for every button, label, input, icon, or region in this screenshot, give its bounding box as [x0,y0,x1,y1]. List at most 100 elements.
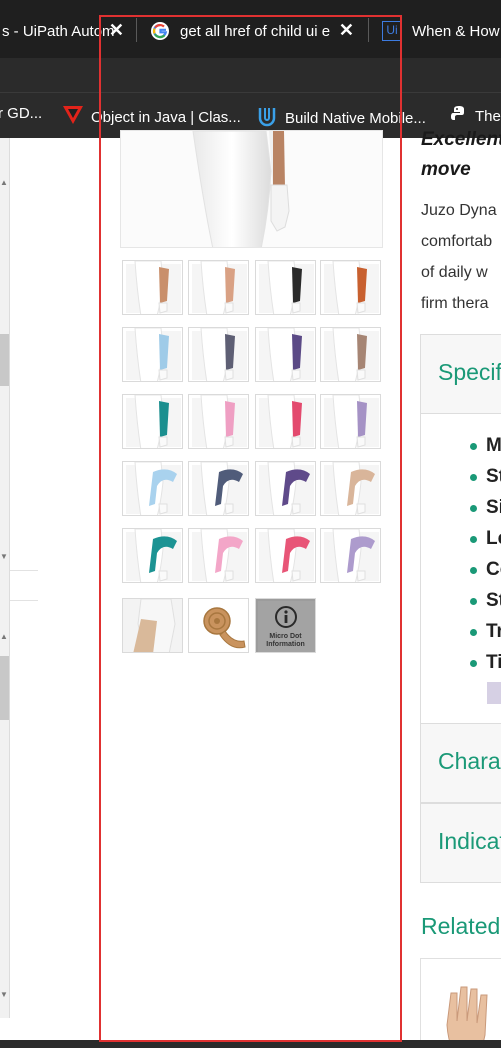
spec-item: Co [470,559,501,581]
bottom-bar [0,1040,501,1048]
spec-item-label: Co [486,559,501,580]
product-thumbnail[interactable] [188,394,249,449]
bullet-icon [470,566,477,574]
sleeve-image [259,462,314,515]
spec-item-label: Le [486,528,501,549]
product-thumbnail[interactable] [188,528,249,583]
scroll-down-arrow-icon[interactable]: ▼ [0,990,8,999]
product-thumbnail[interactable] [188,327,249,382]
ionic-bookmark-icon [256,105,278,131]
spec-item-label: St [486,590,501,611]
scroll-up-arrow-icon[interactable]: ▲ [0,632,8,641]
sleeve-image [126,462,181,515]
bookmark-label: r GD... [0,105,43,122]
spec-item: Tr [470,621,501,643]
product-thumbnail[interactable] [320,394,381,449]
sleeve-image [192,328,247,381]
product-thumbnail[interactable] [255,461,316,516]
product-thumbnail[interactable] [255,528,316,583]
description-line: of daily w [421,264,488,281]
scroll-down-arrow-icon[interactable]: ▼ [0,552,8,561]
bullet-icon [470,597,477,605]
scroll-up-arrow-icon[interactable]: ▲ [0,178,8,187]
tab-uipath[interactable]: s - UiPath Autom ✕ [0,10,130,52]
bullet-icon [470,504,477,512]
spec-item: St [470,590,501,612]
indications-accordion-header[interactable]: Indicat [420,803,501,883]
characteristics-title: Charac [438,748,501,774]
micro-dot-info-thumbnail[interactable]: Micro Dot Information [255,598,316,653]
spec-item: St [470,466,501,488]
specifications-title: Specif [438,359,501,385]
left-scrollbar[interactable]: ▲ ▼ ▲ ▼ [0,138,10,1018]
specifications-accordion-header[interactable]: Specif [420,334,501,414]
sleeve-image [324,462,379,515]
scrollbar-thumb[interactable] [0,656,9,720]
sleeve-image [192,261,247,314]
product-thumbnail[interactable] [188,461,249,516]
bullet-icon [470,628,477,636]
divider [10,570,38,571]
bullet-icon [470,442,477,450]
bookmark-build-native-mobile[interactable]: Build Native Mobile... [256,105,426,131]
java-bookmark-icon [62,105,84,129]
product-thumbnail[interactable] [188,260,249,315]
bookmark-gd[interactable]: r GD... [0,105,42,122]
tab-title: get all href of child ui e [180,22,331,40]
micro-dot-label: Micro Dot Information [256,633,315,649]
scrollbar-thumb[interactable] [0,334,9,386]
close-tab-icon[interactable]: ✕ [109,20,124,41]
spec-item: M [470,435,501,457]
spec-item: Si [470,497,501,519]
product-thumbnail[interactable] [320,528,381,583]
sleeve-image [126,395,181,448]
skin-sleeve-thumbnail[interactable] [122,598,183,653]
google-icon [150,21,170,41]
product-thumbnail[interactable] [122,528,183,583]
tab-title: s - UiPath Autom [2,22,115,40]
bandage-roll-thumbnail[interactable] [188,598,249,653]
product-thumbnail[interactable] [122,260,183,315]
bullet-icon [470,473,477,481]
product-thumbnail[interactable] [122,327,183,382]
description-line: firm thera [421,295,489,312]
bookmark-object-in-java[interactable]: Object in Java | Clas... [62,105,241,129]
related-products-title: Related [421,913,501,939]
skin-sleeve-icon [123,599,182,652]
tab-google-search[interactable]: get all href of child ui e ✕ [140,10,362,52]
product-tagline-line2: move [421,159,471,180]
tab-separator [368,18,369,42]
product-thumbnail[interactable] [255,327,316,382]
sleeve-image [126,261,181,314]
spec-item-label: Tr [486,621,501,642]
bookmark-label: Build Native Mobile... [285,109,426,127]
close-tab-icon[interactable]: ✕ [339,20,354,41]
product-thumbnail[interactable] [122,394,183,449]
product-thumbnail[interactable] [320,327,381,382]
spec-item: Le [470,528,501,550]
hand-product-image [446,986,488,1048]
rolled-bandage-icon [203,607,246,649]
related-product-card[interactable] [420,958,501,1048]
divider [10,600,38,601]
product-thumbnail[interactable] [122,461,183,516]
sleeve-image [324,328,379,381]
product-main-image[interactable] [120,130,383,248]
product-thumbnail[interactable] [320,260,381,315]
sleeve-image [324,395,379,448]
spec-item-label: M [486,435,501,456]
sleeve-image [259,529,314,582]
bookmark-label: The [475,107,501,125]
sleeve-image [192,462,247,515]
tab-when-how[interactable]: Ui When & How [372,10,501,52]
bookmark-the[interactable]: The [450,105,501,127]
characteristics-accordion-header[interactable]: Charac [420,723,501,803]
description-line: Juzo Dyna [421,202,497,219]
micro-dot-label-line1: Micro Dot [269,633,302,640]
product-thumbnail[interactable] [320,461,381,516]
product-thumbnail[interactable] [255,260,316,315]
browser-toolbar [0,58,501,92]
product-thumbnail[interactable] [255,394,316,449]
spec-item-label: Ti [486,652,501,673]
sleeve-image [259,261,314,314]
